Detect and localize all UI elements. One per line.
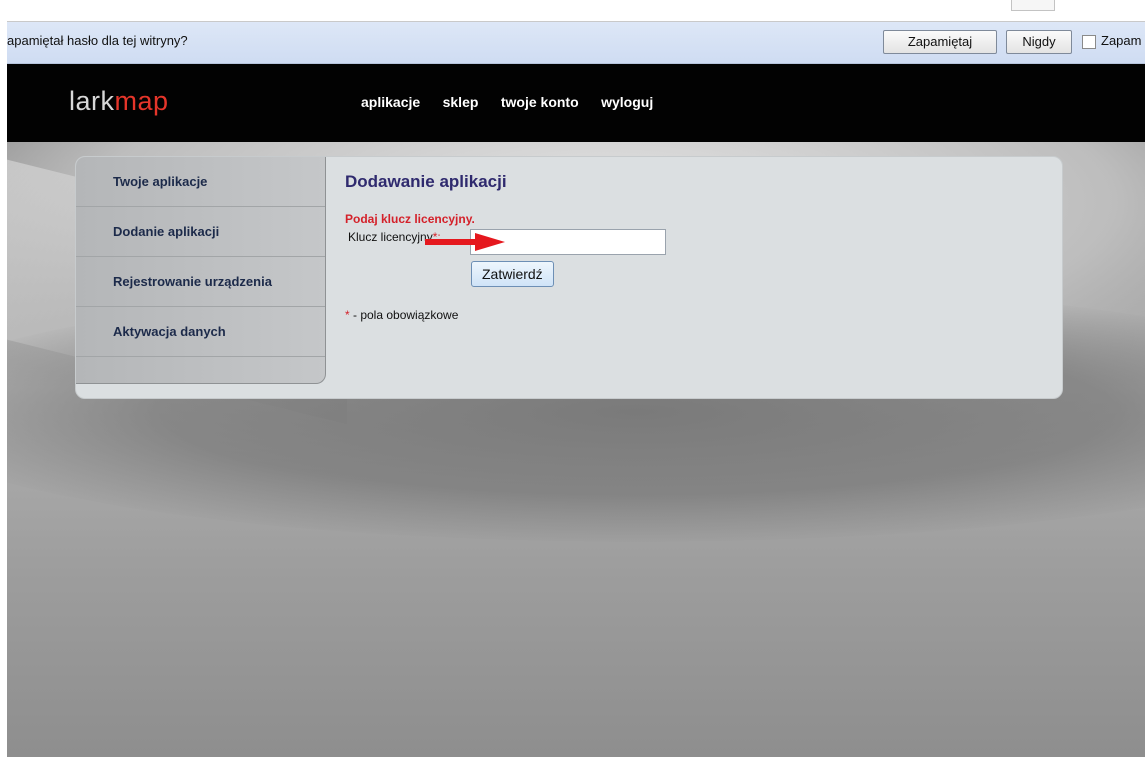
license-prompt: Podaj klucz licencyjny. bbox=[345, 212, 475, 226]
content-panel: Twoje aplikacje Dodanie aplikacji Rejest… bbox=[75, 156, 1063, 399]
red-arrow-annotation bbox=[425, 233, 505, 251]
larkmap-logo[interactable]: larkmap bbox=[69, 86, 169, 117]
site-header: larkmap aplikacje sklep twoje konto wylo… bbox=[7, 64, 1145, 142]
sidebar: Twoje aplikacje Dodanie aplikacji Rejest… bbox=[76, 157, 326, 384]
license-key-label-text: Klucz licencyjny bbox=[348, 230, 433, 244]
remember-password-button[interactable]: Zapamiętaj bbox=[883, 30, 997, 54]
sidebar-item-twoje-aplikacje[interactable]: Twoje aplikacje bbox=[76, 157, 325, 207]
window-control[interactable] bbox=[1011, 0, 1055, 11]
required-fields-note: * - pola obowiązkowe bbox=[345, 308, 458, 322]
nav-twoje-konto[interactable]: twoje konto bbox=[501, 94, 579, 110]
main-content: Dodawanie aplikacji Podaj klucz licencyj… bbox=[345, 172, 666, 322]
nav-sklep[interactable]: sklep bbox=[443, 94, 479, 110]
sidebar-item-rejestrowanie-urzadzenia[interactable]: Rejestrowanie urządzenia bbox=[76, 257, 325, 307]
sidebar-item-aktywacja-danych[interactable]: Aktywacja danych bbox=[76, 307, 325, 357]
submit-button[interactable]: Zatwierdź bbox=[471, 261, 554, 287]
logo-part-map: map bbox=[114, 86, 169, 116]
nav-wyloguj[interactable]: wyloguj bbox=[601, 94, 653, 110]
legend-text: - pola obowiązkowe bbox=[349, 308, 459, 322]
page-title: Dodawanie aplikacji bbox=[345, 172, 507, 191]
sidebar-item-dodanie-aplikacji[interactable]: Dodanie aplikacji bbox=[76, 207, 325, 257]
remember-checkbox[interactable] bbox=[1082, 35, 1096, 49]
browser-top-strip bbox=[0, 0, 1145, 22]
logo-part-lark: lark bbox=[69, 86, 115, 116]
password-prompt-message: apamiętał hasło dla tej witryny? bbox=[7, 33, 188, 48]
main-nav: aplikacje sklep twoje konto wyloguj bbox=[361, 94, 671, 112]
password-save-infobar: apamiętał hasło dla tej witryny? Zapamię… bbox=[7, 22, 1145, 64]
never-remember-button[interactable]: Nigdy bbox=[1006, 30, 1072, 54]
nav-aplikacje[interactable]: aplikacje bbox=[361, 94, 420, 110]
window-left-edge bbox=[0, 0, 7, 757]
remember-checkbox-label: Zapam bbox=[1101, 33, 1142, 48]
